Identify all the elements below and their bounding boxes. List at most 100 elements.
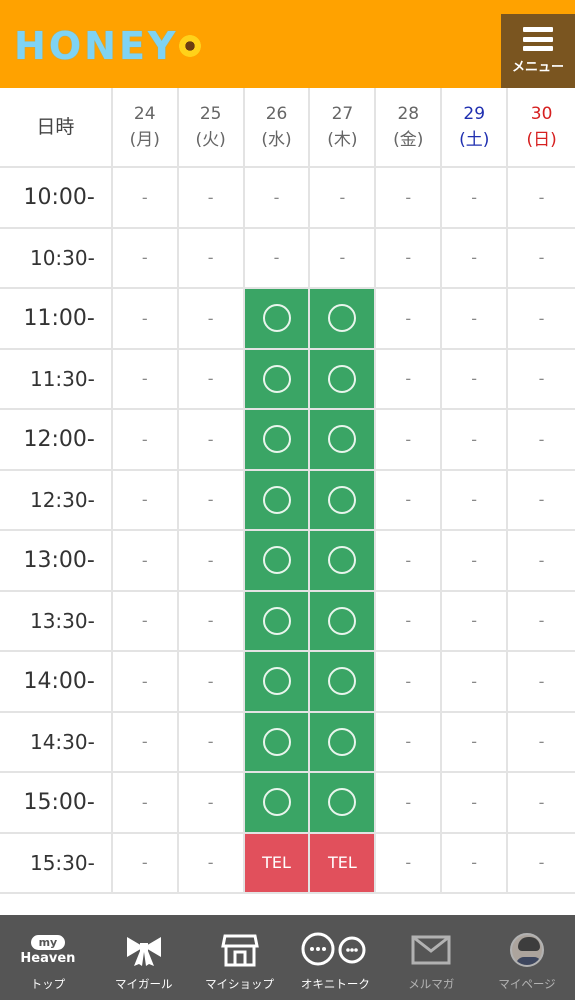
slot-available[interactable] <box>310 531 377 590</box>
slot-row: 13:30- - - - - - <box>0 591 575 652</box>
dash-mark: - <box>538 248 545 268</box>
slot-available[interactable] <box>310 289 377 348</box>
slot-unavailable: - <box>179 712 245 771</box>
slot-available[interactable] <box>310 652 377 711</box>
dash-mark: - <box>207 429 214 449</box>
slot-unavailable: - <box>113 773 179 832</box>
slot-unavailable: - <box>245 168 311 227</box>
slot-available[interactable] <box>244 712 311 771</box>
slot-unavailable: - <box>442 833 509 892</box>
slot-unavailable: - <box>376 289 443 348</box>
dash-mark: - <box>405 187 412 207</box>
dash-mark: - <box>471 308 478 328</box>
slot-available[interactable] <box>244 531 311 590</box>
slot-row: 11:30- - - - - - <box>0 349 575 410</box>
nav-my-page[interactable]: マイページ <box>479 915 575 1000</box>
dash-mark: - <box>141 671 148 691</box>
dash-mark: - <box>471 671 478 691</box>
slot-row: 14:30- - - - - - <box>0 712 575 773</box>
dash-mark: - <box>207 671 214 691</box>
slot-available[interactable] <box>310 470 377 529</box>
dash-mark: - <box>141 611 148 631</box>
slot-tel[interactable]: TEL <box>244 833 311 892</box>
dash-mark: - <box>538 792 545 812</box>
time-label: 14:00- <box>0 652 113 711</box>
time-label: 11:00- <box>0 289 113 348</box>
slot-available[interactable] <box>244 410 311 469</box>
slot-unavailable: - <box>376 531 443 590</box>
dash-mark: - <box>538 550 545 570</box>
honey-logo[interactable]: H O N E Y <box>14 24 202 68</box>
dash-mark: - <box>405 853 412 873</box>
circle-icon <box>328 727 357 756</box>
slot-unavailable: - <box>508 168 575 227</box>
dash-mark: - <box>471 490 478 510</box>
slot-available[interactable] <box>310 712 377 771</box>
menu-button[interactable]: メニュー <box>501 14 575 88</box>
time-label: 11:30- <box>0 349 113 408</box>
slot-row: 10:30- - - - - - - - <box>0 228 575 289</box>
nav-okini-talk[interactable]: オキニトーク <box>287 915 383 1000</box>
slot-unavailable: - <box>113 470 179 529</box>
slot-unavailable: - <box>113 531 179 590</box>
dash-mark: - <box>207 308 214 328</box>
circle-icon <box>328 667 357 696</box>
dash-mark: - <box>471 248 478 268</box>
slot-row: 12:00- - - - - - <box>0 410 575 471</box>
slot-unavailable: - <box>376 168 443 227</box>
nav-mail-magazine[interactable]: メルマガ <box>383 915 479 1000</box>
circle-icon <box>262 364 291 393</box>
nav-my-shop[interactable]: マイショップ <box>192 915 288 1000</box>
slot-available[interactable] <box>310 349 377 408</box>
slot-unavailable: - <box>508 350 575 409</box>
slot-available[interactable] <box>244 289 311 348</box>
dash-mark: - <box>141 792 148 812</box>
slot-unavailable: - <box>179 349 245 408</box>
day-header-24: 24 (月) <box>113 88 179 166</box>
slot-available[interactable] <box>244 591 311 650</box>
dash-mark: - <box>471 550 478 570</box>
slot-unavailable: - <box>442 712 509 771</box>
slot-available[interactable] <box>244 773 311 832</box>
dash-mark: - <box>207 187 214 207</box>
slot-unavailable: - <box>113 228 179 287</box>
slot-unavailable: - <box>179 168 245 227</box>
dash-mark: - <box>141 369 148 389</box>
dash-mark: - <box>141 853 148 873</box>
dash-mark: - <box>538 853 545 873</box>
dash-mark: - <box>538 611 545 631</box>
slot-unavailable: - <box>376 773 443 832</box>
bottom-nav: my Heaven トップ マイガール マイショップ オキニトーク メルマガ マイ… <box>0 915 575 1000</box>
slot-unavailable: - <box>508 713 575 772</box>
slot-unavailable: - <box>179 652 245 711</box>
day-header-30: 30 (日) <box>526 104 557 150</box>
slot-available[interactable] <box>310 410 377 469</box>
slot-row: 11:00- - - - - - <box>0 289 575 350</box>
time-label: 12:30- <box>0 470 113 529</box>
time-label: 13:00- <box>0 531 113 590</box>
dash-mark: - <box>207 853 214 873</box>
dash-mark: - <box>538 308 545 328</box>
slot-available[interactable] <box>310 773 377 832</box>
dash-mark: - <box>538 429 545 449</box>
slot-unavailable: - <box>442 652 509 711</box>
day-header-25: 25 (火) <box>179 88 245 166</box>
nav-top[interactable]: my Heaven トップ <box>0 915 96 1000</box>
hamburger-icon <box>523 27 553 51</box>
dash-mark: - <box>141 429 148 449</box>
shop-icon <box>220 928 259 972</box>
dash-mark: - <box>141 308 148 328</box>
slot-unavailable: - <box>179 833 245 892</box>
slot-tel[interactable]: TEL <box>310 833 377 892</box>
day-header-27: 27 (木) <box>310 88 377 166</box>
slot-available[interactable] <box>244 349 311 408</box>
dash-mark: - <box>207 490 214 510</box>
slot-available[interactable] <box>310 591 377 650</box>
site-header: H O N E Y メニュー <box>0 0 575 88</box>
slot-unavailable: - <box>442 168 509 227</box>
slot-available[interactable] <box>244 652 311 711</box>
slot-unavailable: - <box>376 833 443 892</box>
circle-icon <box>262 606 291 635</box>
slot-available[interactable] <box>244 470 311 529</box>
nav-my-girl[interactable]: マイガール <box>96 915 192 1000</box>
